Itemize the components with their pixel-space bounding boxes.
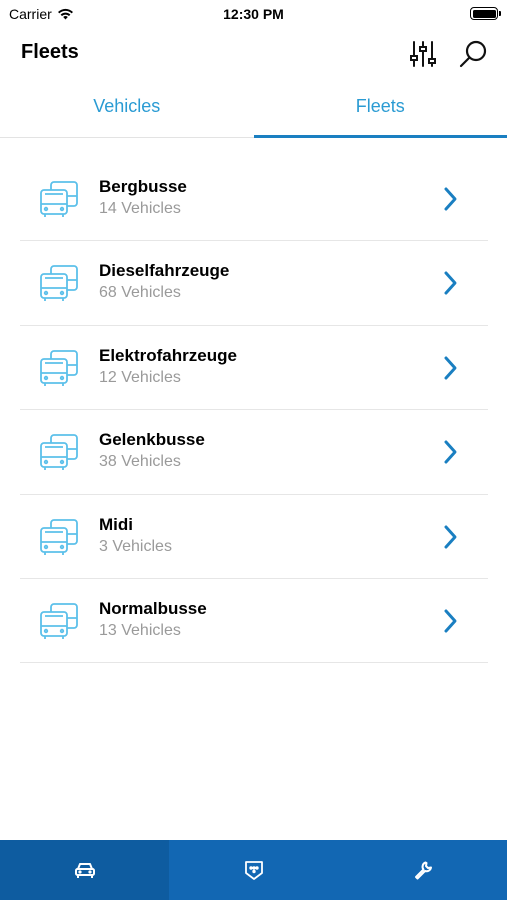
fleet-name: Bergbusse	[99, 177, 187, 196]
fleet-name: Normalbusse	[99, 598, 207, 618]
chevron-right-icon	[440, 438, 460, 466]
fleet-vehicle-count: 68 Vehicles	[99, 284, 181, 302]
fleet-vehicle-count: 13 Vehicles	[99, 621, 181, 639]
segmented-tabs: Vehicles Fleets	[0, 80, 507, 138]
fleet-vehicle-count: 3 Vehicles	[99, 537, 172, 555]
status-time: 12:30 PM	[223, 6, 284, 22]
fleet-row[interactable]: Dieselfahrzeuge 68 Vehicles	[20, 241, 488, 326]
fleet-row[interactable]: Normalbusse 13 Vehicles	[20, 579, 488, 664]
bus-icon	[38, 179, 80, 219]
chevron-right-icon	[440, 354, 460, 382]
fleet-vehicle-count: 12 Vehicles	[99, 368, 181, 386]
fleet-list: Bergbusse 14 Vehicles Dieselfahrzeuge 68 Ve…	[20, 157, 488, 664]
search-icon[interactable]	[456, 37, 490, 71]
chevron-right-icon	[440, 269, 460, 297]
fleet-vehicle-count: 14 Vehicles	[99, 200, 181, 217]
bus-icon	[38, 432, 80, 472]
bus-icon	[38, 601, 80, 641]
sliders-icon[interactable]	[407, 37, 441, 71]
fleet-vehicle-count: 38 Vehicles	[99, 453, 181, 471]
tab-vehicles[interactable]: Vehicles	[0, 80, 254, 137]
status-bar: Carrier 12:30 PM	[0, 0, 507, 28]
chevron-right-icon	[440, 523, 460, 551]
wrench-icon	[414, 861, 432, 880]
bus-icon	[38, 517, 80, 557]
fleet-name: Elektrofahrzeuge	[99, 345, 237, 365]
badge-icon	[244, 861, 263, 880]
car-icon	[74, 863, 95, 878]
fleet-row[interactable]: Midi 3 Vehicles	[20, 495, 488, 579]
chevron-right-icon	[440, 607, 460, 635]
battery-icon	[470, 7, 501, 20]
bottom-tab-vehicles[interactable]	[0, 840, 169, 900]
tab-fleets[interactable]: Fleets	[253, 80, 507, 138]
bottom-tab-badge[interactable]	[169, 840, 338, 900]
bus-icon	[38, 348, 80, 388]
fleet-name: Gelenkbusse	[99, 430, 205, 450]
chevron-right-icon	[440, 185, 460, 213]
bus-icon	[38, 263, 80, 303]
navigation-bar: Fleets	[0, 28, 507, 78]
bottom-tab-service[interactable]	[338, 840, 507, 900]
fleet-name: Midi	[99, 514, 133, 534]
fleet-row[interactable]: Gelenkbusse 38 Vehicles	[20, 410, 488, 495]
fleet-row[interactable]: Bergbusse 14 Vehicles	[20, 157, 488, 242]
fleet-row[interactable]: Elektrofahrzeuge 12 Vehicles	[20, 326, 488, 411]
page-title: Fleets	[21, 41, 79, 63]
bottom-tab-bar	[0, 840, 507, 900]
fleet-name: Dieselfahrzeuge	[99, 261, 230, 281]
